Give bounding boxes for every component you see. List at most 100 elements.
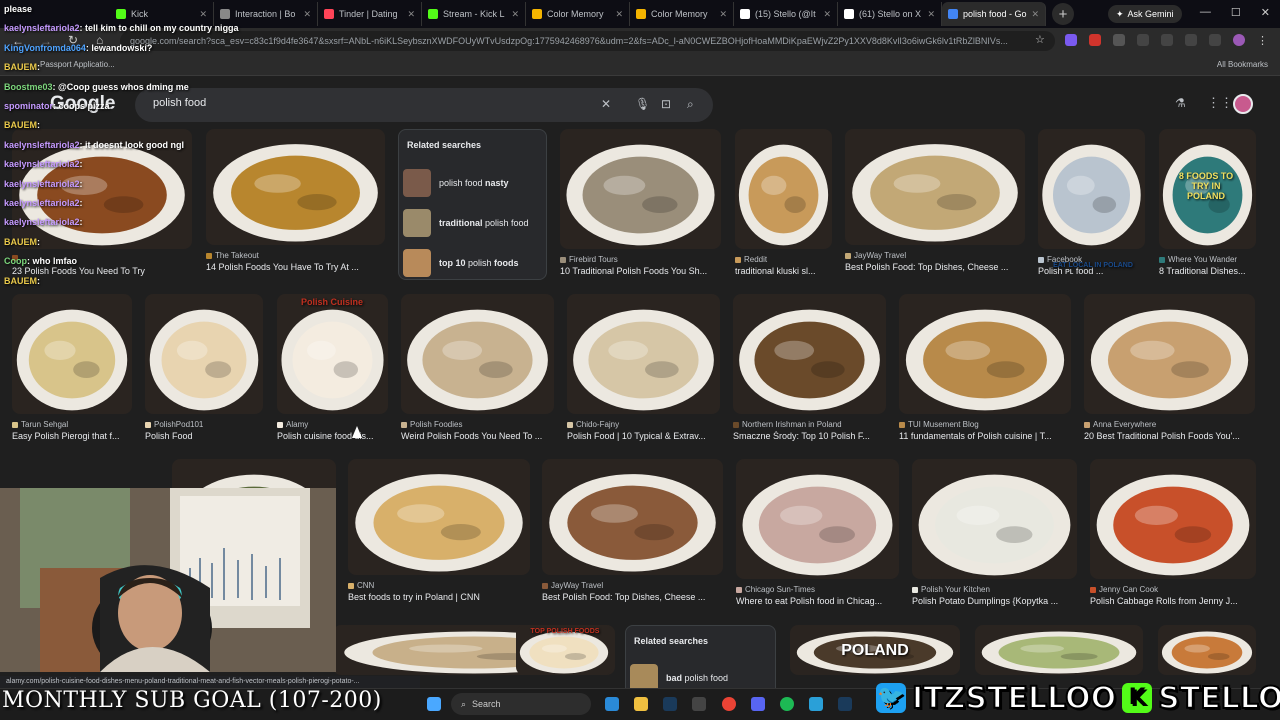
puzzle-icon[interactable]	[1113, 34, 1125, 46]
tab-close-icon[interactable]: ✕	[1032, 9, 1040, 20]
result-source[interactable]: TUI Musement Blog	[899, 420, 979, 429]
result-thumbnail[interactable]	[899, 294, 1071, 414]
edge-icon[interactable]	[605, 697, 619, 711]
image-result[interactable]: Northern Irishman in Poland Smaczne Środy…	[733, 294, 886, 444]
result-source[interactable]: CNN	[348, 581, 374, 590]
avatar[interactable]	[1233, 94, 1253, 114]
result-title[interactable]: Polish Food | 10 Typical & Extrav...	[567, 431, 720, 441]
tab-close-icon[interactable]: ✕	[719, 9, 727, 20]
browser-tab[interactable]: Color Memory ✕	[630, 2, 734, 26]
image-result[interactable]: Where You Wander 8 Traditional Dishes...	[1159, 129, 1256, 279]
result-thumbnail[interactable]	[401, 294, 554, 414]
image-result[interactable]: Facebook Polish ᴘʟ food ...	[1038, 129, 1145, 279]
tab-close-icon[interactable]: ✕	[407, 9, 415, 20]
file-explorer-icon[interactable]	[634, 697, 648, 711]
result-source[interactable]: Jenny Can Cook	[1090, 585, 1158, 594]
extension-icon[interactable]	[1065, 34, 1077, 46]
tab-search-icon[interactable]	[1209, 34, 1221, 46]
result-thumbnail[interactable]	[735, 129, 832, 249]
close-window-icon[interactable]: ✕	[1261, 6, 1270, 19]
result-title[interactable]: 10 Traditional Polish Foods You Sh...	[560, 266, 721, 276]
result-thumbnail[interactable]	[1090, 459, 1256, 579]
result-thumbnail[interactable]	[1038, 129, 1145, 249]
result-thumbnail[interactable]	[845, 129, 1025, 245]
result-title[interactable]: Best foods to try in Poland | CNN	[348, 592, 530, 602]
all-bookmarks[interactable]: All Bookmarks	[1217, 60, 1268, 69]
discord-icon[interactable]	[751, 697, 765, 711]
tab-close-icon[interactable]: ✕	[303, 9, 311, 20]
result-title[interactable]: Polish Food	[145, 431, 263, 441]
result-thumbnail[interactable]	[277, 294, 388, 414]
search-icon[interactable]: ⌕	[687, 97, 694, 112]
related-search-item[interactable]: top 10 polish foods	[403, 245, 545, 281]
result-title[interactable]: Polish Cabbage Rolls from Jenny J...	[1090, 596, 1256, 606]
image-result[interactable]: Chido-Fajny Polish Food | 10 Typical & Ex…	[567, 294, 720, 444]
download-icon[interactable]	[1185, 34, 1197, 46]
tab-close-icon[interactable]: ✕	[615, 9, 623, 20]
lens-icon[interactable]: ⊡	[661, 97, 671, 111]
minimize-icon[interactable]: —	[1200, 6, 1211, 19]
extension-icon[interactable]	[1089, 34, 1101, 46]
result-source[interactable]: Northern Irishman in Poland	[733, 420, 842, 429]
image-result[interactable]: CNN Best foods to try in Poland | CNN	[348, 459, 530, 605]
image-result[interactable]: Alamy Polish cuisine food dis...	[277, 294, 388, 444]
browser-tab[interactable]: (15) Stello (@It ✕	[734, 2, 838, 26]
image-result[interactable]: Reddit traditional kluski sl...	[735, 129, 832, 279]
image-result[interactable]: JayWay Travel Best Polish Food: Top Dishe…	[845, 129, 1025, 275]
image-result[interactable]: Anna Everywhere 20 Best Traditional Polis…	[1084, 294, 1255, 444]
clear-icon[interactable]: ✕	[601, 97, 611, 111]
telegram-icon[interactable]	[809, 697, 823, 711]
result-title[interactable]: Polish cuisine food dis...	[277, 431, 388, 441]
extension-icon[interactable]	[1137, 34, 1149, 46]
result-thumbnail[interactable]	[542, 459, 723, 575]
result-thumbnail[interactable]	[1158, 625, 1256, 675]
result-title[interactable]: Easy Polish Pierogi that f...	[12, 431, 132, 441]
result-thumbnail[interactable]	[912, 459, 1077, 579]
result-title[interactable]: 20 Best Traditional Polish Foods You'...	[1084, 431, 1255, 441]
ask-gemini-button[interactable]: ✦ Ask Gemini	[1108, 5, 1182, 23]
result-thumbnail[interactable]	[733, 294, 886, 414]
taskbar-search[interactable]: ⌕ Search	[451, 693, 591, 715]
browser-tab[interactable]: Color Memory ✕	[526, 2, 630, 26]
browser-tab[interactable]: Tinder | Dating ✕	[318, 2, 422, 26]
labs-icon[interactable]: ⚗	[1175, 96, 1186, 110]
obs-icon[interactable]	[692, 697, 706, 711]
spotify-icon[interactable]	[780, 697, 794, 711]
tab-close-icon[interactable]: ✕	[927, 9, 935, 20]
result-thumbnail[interactable]	[736, 459, 899, 579]
result-thumbnail[interactable]	[145, 294, 263, 414]
cast-icon[interactable]	[1161, 34, 1173, 46]
new-tab-button[interactable]: +	[1052, 3, 1074, 25]
mic-icon[interactable]: 🎙	[635, 97, 650, 111]
result-title[interactable]: Best Polish Food: Top Dishes, Cheese ...	[542, 592, 723, 602]
chrome-icon[interactable]	[722, 697, 736, 711]
related-search-item[interactable]: polish food nasty	[403, 165, 545, 201]
image-result[interactable]: JayWay Travel Best Polish Food: Top Dishe…	[542, 459, 723, 605]
profile-icon[interactable]	[1233, 34, 1245, 46]
result-source[interactable]: Tarun Sehgal	[12, 420, 68, 429]
result-thumbnail[interactable]	[567, 294, 720, 414]
tab-close-icon[interactable]: ✕	[823, 9, 831, 20]
result-source[interactable]: JayWay Travel	[845, 251, 906, 260]
result-title[interactable]: traditional kluski sl...	[735, 266, 832, 276]
browser-tab[interactable]: Stream - Kick L ✕	[422, 2, 526, 26]
result-source[interactable]: Chido-Fajny	[567, 420, 619, 429]
image-result[interactable]: Tarun Sehgal Easy Polish Pierogi that f..…	[12, 294, 132, 444]
steam-icon[interactable]	[838, 697, 852, 711]
result-title[interactable]: Weird Polish Foods You Need To ...	[401, 431, 554, 441]
image-result[interactable]: Polish Foodies Weird Polish Foods You Nee…	[401, 294, 554, 444]
result-source[interactable]: PolishPod101	[145, 420, 203, 429]
result-thumbnail[interactable]	[560, 129, 721, 249]
result-source[interactable]: Firebird Tours	[560, 255, 618, 264]
result-source[interactable]: Chicago Sun-Times	[736, 585, 815, 594]
result-thumbnail[interactable]	[12, 294, 132, 414]
result-title[interactable]: 8 Traditional Dishes...	[1159, 266, 1256, 276]
browser-tab[interactable]: (61) Stello on X ✕	[838, 2, 942, 26]
maximize-icon[interactable]: ☐	[1231, 6, 1241, 19]
result-source[interactable]: Anna Everywhere	[1084, 420, 1156, 429]
result-source[interactable]: Polish Foodies	[401, 420, 462, 429]
apps-grid-icon[interactable]: ⋮⋮	[1207, 95, 1233, 111]
steam-icon[interactable]	[663, 697, 677, 711]
tab-close-icon[interactable]: ✕	[511, 9, 519, 20]
image-result[interactable]: Polish Your Kitchen Polish Potato Dumplin…	[912, 459, 1077, 609]
